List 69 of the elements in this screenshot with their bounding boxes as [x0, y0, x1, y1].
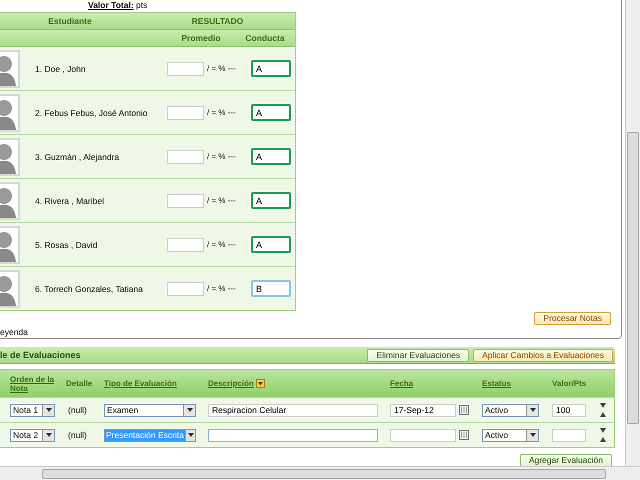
average-result: / = % --- — [206, 108, 237, 117]
average-input[interactable] — [167, 282, 204, 296]
description-input[interactable]: Respiracion Celular — [208, 404, 378, 416]
conduct-input[interactable]: A — [251, 60, 291, 77]
detail-text: (null) — [67, 430, 88, 440]
average-input[interactable] — [167, 238, 204, 252]
average-result: / = % --- — [206, 64, 237, 73]
student-name: 4. Rivera , Maribel — [35, 196, 105, 206]
horizontal-scrollbar[interactable] — [0, 466, 640, 480]
caret-icon — [46, 433, 52, 437]
add-evaluation-button[interactable]: Agregar Evaluación — [520, 454, 612, 466]
average-input[interactable] — [167, 62, 204, 76]
conduct-input[interactable]: A — [251, 148, 291, 165]
caret-icon — [530, 408, 536, 412]
conduct-input[interactable]: A — [251, 192, 291, 209]
column-header: Valor/Pts — [552, 379, 586, 388]
column-header: Estudiante — [47, 16, 93, 26]
total-value-unit: pts — [136, 0, 148, 10]
average-input[interactable] — [167, 106, 204, 120]
status-select[interactable]: Activo — [482, 428, 539, 442]
conduct-input[interactable]: B — [251, 280, 291, 297]
sort-column-link[interactable]: Fecha — [390, 379, 414, 388]
student-name: 6. Torrech Gonzales, Tatiana — [35, 284, 144, 294]
points-input[interactable]: 100 — [552, 404, 586, 416]
average-result: / = % --- — [206, 152, 237, 161]
sort-column-link[interactable]: Tipo de Evaluación — [104, 379, 177, 388]
average-input[interactable] — [167, 194, 204, 208]
student-name: 5. Rosas , David — [35, 240, 98, 250]
section-action-button[interactable]: Eliminar Evaluaciones — [367, 348, 470, 362]
detail-text: (null) — [67, 405, 88, 415]
column-header: RESULTADO — [190, 16, 244, 26]
average-input[interactable] — [167, 150, 204, 164]
student-name: 2. Febus Febus, José Antonio — [35, 108, 148, 118]
conduct-input[interactable]: A — [251, 236, 291, 253]
column-header: Conducta — [244, 33, 286, 43]
section-action-button[interactable]: Aplicar Cambios a Evaluaciones — [473, 348, 613, 362]
description-input[interactable] — [208, 428, 378, 442]
average-result: / = % --- — [206, 284, 237, 293]
calendar-icon[interactable] — [459, 430, 469, 440]
date-input[interactable]: 17-Sep-12 — [390, 404, 456, 416]
order-select[interactable]: Nota 2 — [10, 428, 55, 442]
status-select[interactable]: Activo — [482, 404, 539, 416]
caret-icon — [188, 433, 194, 437]
student-name: 3. Guzmán , Alejandra — [35, 152, 120, 162]
section-title: le de Evaluaciones — [0, 350, 81, 360]
order-select[interactable]: Nota 1 — [10, 404, 55, 416]
average-result: / = % --- — [206, 196, 237, 205]
dropdown-menu-icon[interactable] — [256, 379, 265, 388]
points-input[interactable] — [552, 428, 586, 442]
sort-column-link[interactable]: Descripción — [208, 378, 265, 388]
calendar-icon[interactable] — [459, 405, 469, 415]
reorder-arrows-icon[interactable] — [600, 403, 606, 417]
total-value-label: Valor Total: — [88, 0, 134, 10]
reorder-arrows-icon[interactable] — [600, 428, 606, 442]
legend-link[interactable]: eyenda — [0, 326, 28, 338]
vertical-scrollbar[interactable] — [625, 0, 640, 466]
evaluation-type-select[interactable]: Examen — [104, 404, 196, 416]
caret-icon — [186, 408, 192, 412]
date-input[interactable] — [390, 428, 456, 442]
sort-column-link[interactable]: Estatus — [482, 379, 511, 388]
column-header: Detalle — [66, 379, 92, 388]
average-result: / = % --- — [206, 240, 237, 249]
sort-column-link[interactable]: Orden de la Nota — [10, 374, 66, 392]
student-name: 1. Doe , John — [35, 64, 87, 74]
caret-icon — [530, 433, 536, 437]
caret-icon — [46, 408, 52, 412]
process-grades-button[interactable]: Procesar Notas — [534, 312, 611, 325]
conduct-input[interactable]: A — [251, 104, 291, 121]
column-header: Promedio — [180, 33, 222, 43]
